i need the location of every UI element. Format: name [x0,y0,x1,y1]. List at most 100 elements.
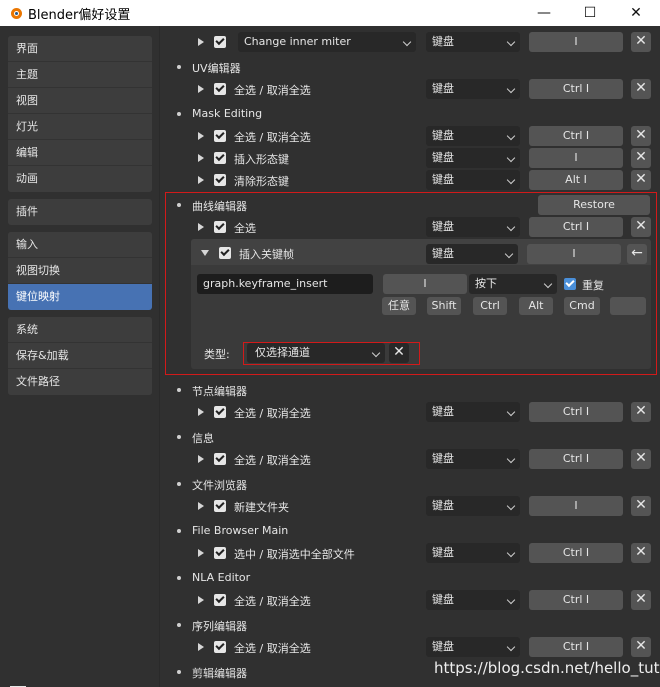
active-checkbox[interactable] [214,36,226,48]
active-checkbox[interactable] [219,247,231,259]
sidebar-item-file-paths[interactable]: 文件路径 [8,369,152,395]
remove-item-button[interactable]: ✕ [631,126,651,146]
section-title-uv-editor[interactable]: UV编辑器 [192,60,241,76]
active-checkbox[interactable] [214,547,226,559]
expand-arrow-icon[interactable] [198,596,204,604]
section-title-clip-editor[interactable]: 剪辑编辑器 [192,665,247,681]
expand-arrow-icon[interactable] [198,549,204,557]
section-title-nla-editor[interactable]: NLA Editor [192,571,250,584]
expand-arrow-icon[interactable] [198,455,204,463]
operator-id-field[interactable]: graph.keyframe_insert [197,274,373,294]
modifier-shift-button[interactable]: Shift [427,297,461,315]
key-button[interactable]: Ctrl I [529,217,623,237]
restore-button[interactable]: Restore [538,195,650,215]
key-button[interactable]: I [529,148,623,168]
remove-item-button[interactable]: ✕ [631,543,651,563]
expand-arrow-icon[interactable] [198,502,204,510]
key-button[interactable]: Alt I [529,170,623,190]
section-title-file-browser-main[interactable]: File Browser Main [192,524,288,537]
type-dropdown[interactable]: 仅选择通道 [247,343,385,363]
key-button[interactable]: Ctrl I [529,449,623,469]
key-button[interactable]: Ctrl I [529,590,623,610]
minimize-button[interactable]: — [521,0,567,26]
event-type-dropdown[interactable]: 键盘 [426,244,518,264]
key-modifier-button[interactable] [610,297,646,315]
modifier-any-button[interactable]: 任意 [382,297,416,315]
sidebar-item-interface[interactable]: 界面 [8,36,152,62]
remove-item-button[interactable]: ✕ [631,79,651,99]
event-type-dropdown[interactable]: 键盘 [426,32,520,52]
key-button[interactable]: I [529,32,623,52]
sidebar-item-animation[interactable]: 动画 [8,166,152,192]
event-type-dropdown[interactable]: 键盘 [426,496,520,516]
key-capture-button[interactable]: I [383,274,467,294]
active-checkbox[interactable] [214,453,226,465]
sidebar-item-keymap[interactable]: 键位映射 [8,284,152,310]
expand-arrow-icon[interactable] [198,408,204,416]
remove-item-button[interactable]: ✕ [631,637,651,657]
modifier-ctrl-button[interactable]: Ctrl [473,297,507,315]
expand-arrow-icon[interactable] [198,643,204,651]
remove-item-button[interactable]: ✕ [631,449,651,469]
expand-arrow-icon[interactable] [198,132,204,140]
sidebar-item-save-load[interactable]: 保存&加载 [8,343,152,369]
key-button[interactable]: Ctrl I [529,126,623,146]
active-checkbox[interactable] [214,130,226,142]
remove-item-button[interactable]: ✕ [631,32,651,52]
clear-type-button[interactable]: ✕ [389,343,409,363]
key-button[interactable]: Ctrl I [529,79,623,99]
event-type-dropdown[interactable]: 键盘 [426,79,520,99]
event-type-dropdown[interactable]: 键盘 [426,126,520,146]
sidebar-item-editing[interactable]: 编辑 [8,140,152,166]
event-type-dropdown[interactable]: 键盘 [426,543,520,563]
key-button[interactable]: I [527,244,621,264]
event-type-dropdown[interactable]: 键盘 [426,637,520,657]
key-button[interactable]: I [529,496,623,516]
remove-item-button[interactable]: ✕ [631,148,651,168]
expand-arrow-icon[interactable] [198,38,204,46]
operator-dropdown[interactable]: Change inner miter [238,32,416,52]
active-checkbox[interactable] [214,406,226,418]
value-dropdown[interactable]: 按下 [469,274,557,294]
section-title-node-editor[interactable]: 节点编辑器 [192,383,247,399]
active-checkbox[interactable] [214,594,226,606]
sidebar-item-system[interactable]: 系统 [8,317,152,343]
expand-arrow-icon[interactable] [198,223,204,231]
sidebar-item-lights[interactable]: 灯光 [8,114,152,140]
active-checkbox[interactable] [214,152,226,164]
key-button[interactable]: Ctrl I [529,543,623,563]
remove-item-button[interactable]: ✕ [631,496,651,516]
section-title-info[interactable]: 信息 [192,430,214,446]
sidebar-item-navigation[interactable]: 视图切换 [8,258,152,284]
maximize-button[interactable]: ☐ [567,0,613,26]
expand-arrow-icon[interactable] [198,85,204,93]
active-checkbox[interactable] [214,641,226,653]
key-button[interactable]: Ctrl I [529,637,623,657]
modifier-cmd-button[interactable]: Cmd [564,297,600,315]
remove-item-button[interactable]: ✕ [631,170,651,190]
section-title-graph-editor[interactable]: 曲线编辑器 [192,198,247,214]
modifier-alt-button[interactable]: Alt [519,297,553,315]
section-title-sequencer[interactable]: 序列编辑器 [192,618,247,634]
expand-arrow-icon[interactable] [198,154,204,162]
event-type-dropdown[interactable]: 键盘 [426,148,520,168]
event-type-dropdown[interactable]: 键盘 [426,402,520,422]
close-window-button[interactable]: ✕ [613,0,659,26]
expand-arrow-icon[interactable] [198,176,204,184]
active-checkbox[interactable] [214,174,226,186]
event-type-dropdown[interactable]: 键盘 [426,170,520,190]
collapse-arrow-icon[interactable] [201,250,209,256]
sidebar-item-themes[interactable]: 主题 [8,62,152,88]
sidebar-item-input[interactable]: 输入 [8,232,152,258]
key-button[interactable]: Ctrl I [529,402,623,422]
section-title-mask-editing[interactable]: Mask Editing [192,107,262,120]
remove-item-button[interactable]: ✕ [631,590,651,610]
remove-item-button[interactable]: ✕ [631,217,651,237]
sidebar-item-addons[interactable]: 插件 [8,199,152,225]
active-checkbox[interactable] [214,83,226,95]
remove-item-button[interactable]: ✕ [631,402,651,422]
sidebar-item-viewport[interactable]: 视图 [8,88,152,114]
back-arrow-icon[interactable]: ← [627,244,647,264]
event-type-dropdown[interactable]: 键盘 [426,217,520,237]
active-checkbox[interactable] [214,500,226,512]
